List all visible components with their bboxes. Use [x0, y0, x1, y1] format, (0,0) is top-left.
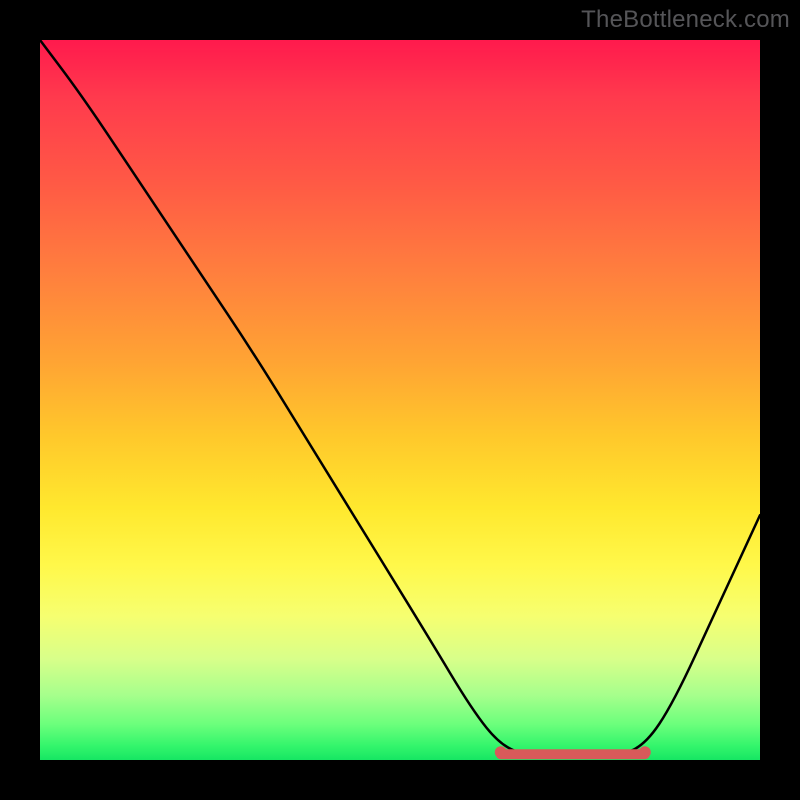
bottleneck-curve — [40, 40, 760, 756]
optimal-range-start-dot — [495, 746, 507, 758]
chart-svg — [40, 40, 760, 760]
gradient-plot-area — [40, 40, 760, 760]
optimal-range-end-dot — [639, 746, 651, 758]
watermark-text: TheBottleneck.com — [581, 6, 790, 34]
